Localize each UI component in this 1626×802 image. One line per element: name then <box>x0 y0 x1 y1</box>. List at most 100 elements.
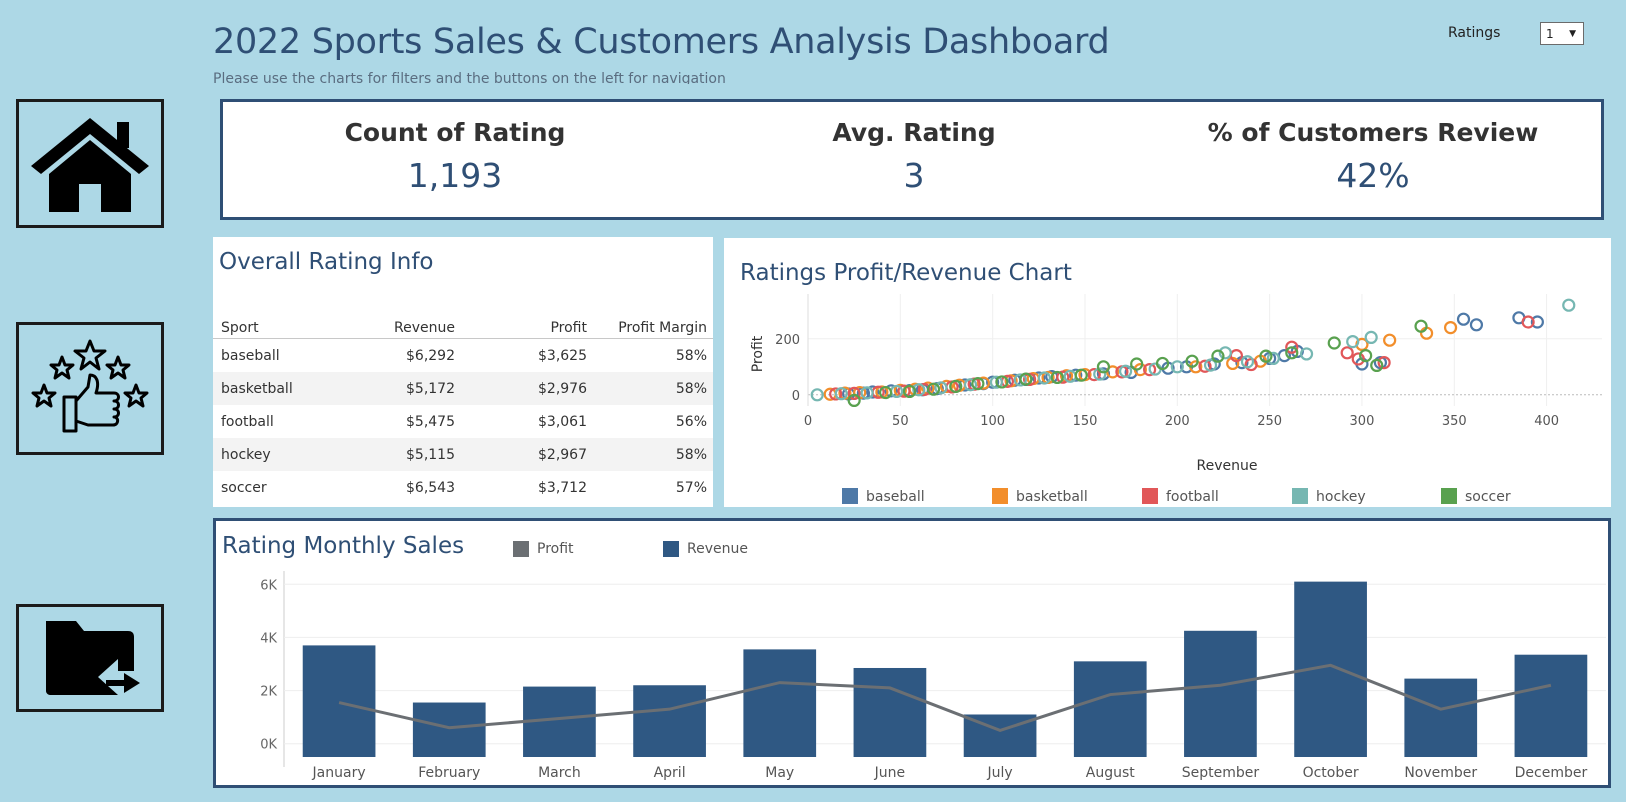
y-tick-label: 0K <box>260 738 277 753</box>
rating-table: Sport Revenue Profit Profit Margin baseb… <box>213 317 713 504</box>
x-tick-label: 300 <box>1350 414 1375 429</box>
x-tick-label: 200 <box>1165 414 1190 429</box>
table-row[interactable]: hockey $5,115 $2,967 58% <box>213 438 713 471</box>
cell-profit: $3,712 <box>538 479 587 496</box>
table-row[interactable]: soccer $6,543 $3,712 57% <box>213 471 713 504</box>
legend-label-profit: Profit <box>537 541 574 557</box>
table-row[interactable]: football $5,475 $3,061 56% <box>213 405 713 438</box>
x-tick-label: 100 <box>980 414 1005 429</box>
kpi-value: 3 <box>903 156 925 195</box>
ratings-filter-label: Ratings <box>1448 25 1501 41</box>
cell-profit: $3,625 <box>538 347 587 364</box>
bar-revenue <box>743 649 817 757</box>
scatter-point-hockey <box>1562 298 1576 312</box>
cell-revenue: $5,172 <box>406 380 455 397</box>
cell-profit: $2,967 <box>538 446 587 463</box>
ratings-profit-revenue-chart-panel: 0 50 100 150 200 250 300 350 400 0 200 Revenue Profi… <box>724 238 1611 507</box>
x-tick-label: 150 <box>1073 414 1098 429</box>
ratings-filter-value: 1 <box>1546 26 1554 41</box>
page-title: 2022 Sports Sales & Customers Analysis D… <box>213 22 1110 62</box>
column-header-sport[interactable]: Sport <box>213 320 333 336</box>
kpi-title: Count of Rating <box>344 118 566 147</box>
x-tick-label: 0 <box>804 414 812 429</box>
kpi-title: Avg. Rating <box>832 118 996 147</box>
x-tick-label: 350 <box>1442 414 1467 429</box>
legend-label-revenue: Revenue <box>687 541 748 557</box>
kpi-title: % of Customers Review <box>1207 118 1539 147</box>
cell-profit-margin: 58% <box>675 380 707 397</box>
x-tick-label: October <box>1303 765 1359 781</box>
legend-swatch-profit <box>513 541 529 557</box>
legend-swatch-revenue <box>663 541 679 557</box>
legend-swatch-basketball <box>992 488 1008 504</box>
column-header-profit-margin[interactable]: Profit Margin <box>587 320 707 336</box>
kpi-count-of-rating: Count of Rating 1,193 <box>235 102 675 195</box>
overall-rating-table-panel: Overall Rating Info Sport Revenue Profit… <box>213 237 713 507</box>
x-tick-label: February <box>418 765 480 781</box>
y-tick-label: 0 <box>792 389 800 404</box>
nav-export-button[interactable] <box>16 604 164 712</box>
cell-sport: soccer <box>221 479 267 496</box>
cell-revenue: $6,543 <box>406 479 455 496</box>
x-tick-label: November <box>1404 765 1477 781</box>
legend-swatch-baseball <box>842 488 858 504</box>
bar-revenue <box>1184 630 1257 757</box>
y-tick-label: 200 <box>775 333 800 348</box>
column-header-profit[interactable]: Profit <box>455 320 587 336</box>
nav-ratings-button[interactable] <box>16 322 164 455</box>
x-tick-label: January <box>312 765 366 781</box>
home-icon <box>31 117 149 212</box>
x-tick-label: August <box>1086 765 1136 781</box>
legend-label-soccer: soccer <box>1465 489 1511 505</box>
table-row[interactable]: baseball $6,292 $3,625 58% <box>213 339 713 372</box>
scatter-point-football <box>1340 346 1354 360</box>
x-tick-label: April <box>654 765 686 781</box>
x-tick-label: June <box>874 765 906 781</box>
bar-revenue <box>1404 678 1478 757</box>
cell-revenue: $5,475 <box>406 413 455 430</box>
legend-item-revenue[interactable]: Revenue <box>663 541 748 557</box>
y-axis-label: Profit <box>750 335 766 372</box>
bar-revenue <box>1073 661 1147 757</box>
legend-label-hockey: hockey <box>1316 489 1366 505</box>
folder-export-icon <box>46 621 140 695</box>
bar-chart[interactable]: 0K 2K 4K 6K January February March April May June… <box>216 521 1608 785</box>
column-header-revenue[interactable]: Revenue <box>333 320 455 336</box>
cell-sport: baseball <box>221 347 280 364</box>
x-tick-label: September <box>1182 765 1260 781</box>
table-title: Overall Rating Info <box>219 249 434 275</box>
bar-revenue <box>633 685 706 757</box>
scatter-point-basketball <box>1383 333 1397 347</box>
y-tick-label: 4K <box>260 631 277 646</box>
kpi-panel: Count of Rating 1,193 Avg. Rating 3 % of… <box>220 99 1604 220</box>
cell-sport: hockey <box>221 446 271 463</box>
x-tick-label: 250 <box>1257 414 1282 429</box>
cell-revenue: $6,292 <box>406 347 455 364</box>
cell-profit: $2,976 <box>538 380 587 397</box>
ratings-filter-dropdown[interactable]: 1 ▼ <box>1540 22 1584 45</box>
kpi-value: 42% <box>1336 156 1410 195</box>
cell-profit-margin: 58% <box>675 347 707 364</box>
rating-monthly-sales-panel: 0K 2K 4K 6K January February March April May June… <box>213 518 1611 788</box>
x-tick-label: May <box>765 765 794 781</box>
bar-revenue <box>412 702 486 757</box>
x-tick-label: 400 <box>1534 414 1559 429</box>
page-subtitle: Please use the charts for filters and th… <box>213 71 726 84</box>
table-header-row: Sport Revenue Profit Profit Margin <box>213 317 713 339</box>
nav-home-button[interactable] <box>16 99 164 228</box>
legend-item-profit[interactable]: Profit <box>513 541 574 557</box>
x-tick-label: March <box>538 765 581 781</box>
cell-sport: football <box>221 413 274 430</box>
profit-line <box>338 663 1552 733</box>
table-row[interactable]: basketball $5,172 $2,976 58% <box>213 372 713 405</box>
x-tick-label: July <box>986 765 1012 781</box>
scatter-point-hockey <box>1364 330 1378 345</box>
scatter-point-baseball <box>1469 318 1484 332</box>
scatter-point-baseball <box>1456 312 1471 326</box>
legend-label-basketball: basketball <box>1016 489 1088 505</box>
bar-chart-title: Rating Monthly Sales <box>222 533 465 559</box>
cell-sport: basketball <box>221 380 293 397</box>
cell-profit: $3,061 <box>538 413 587 430</box>
bar-revenue <box>853 667 927 757</box>
kpi-customers-review: % of Customers Review 42% <box>1153 102 1593 195</box>
